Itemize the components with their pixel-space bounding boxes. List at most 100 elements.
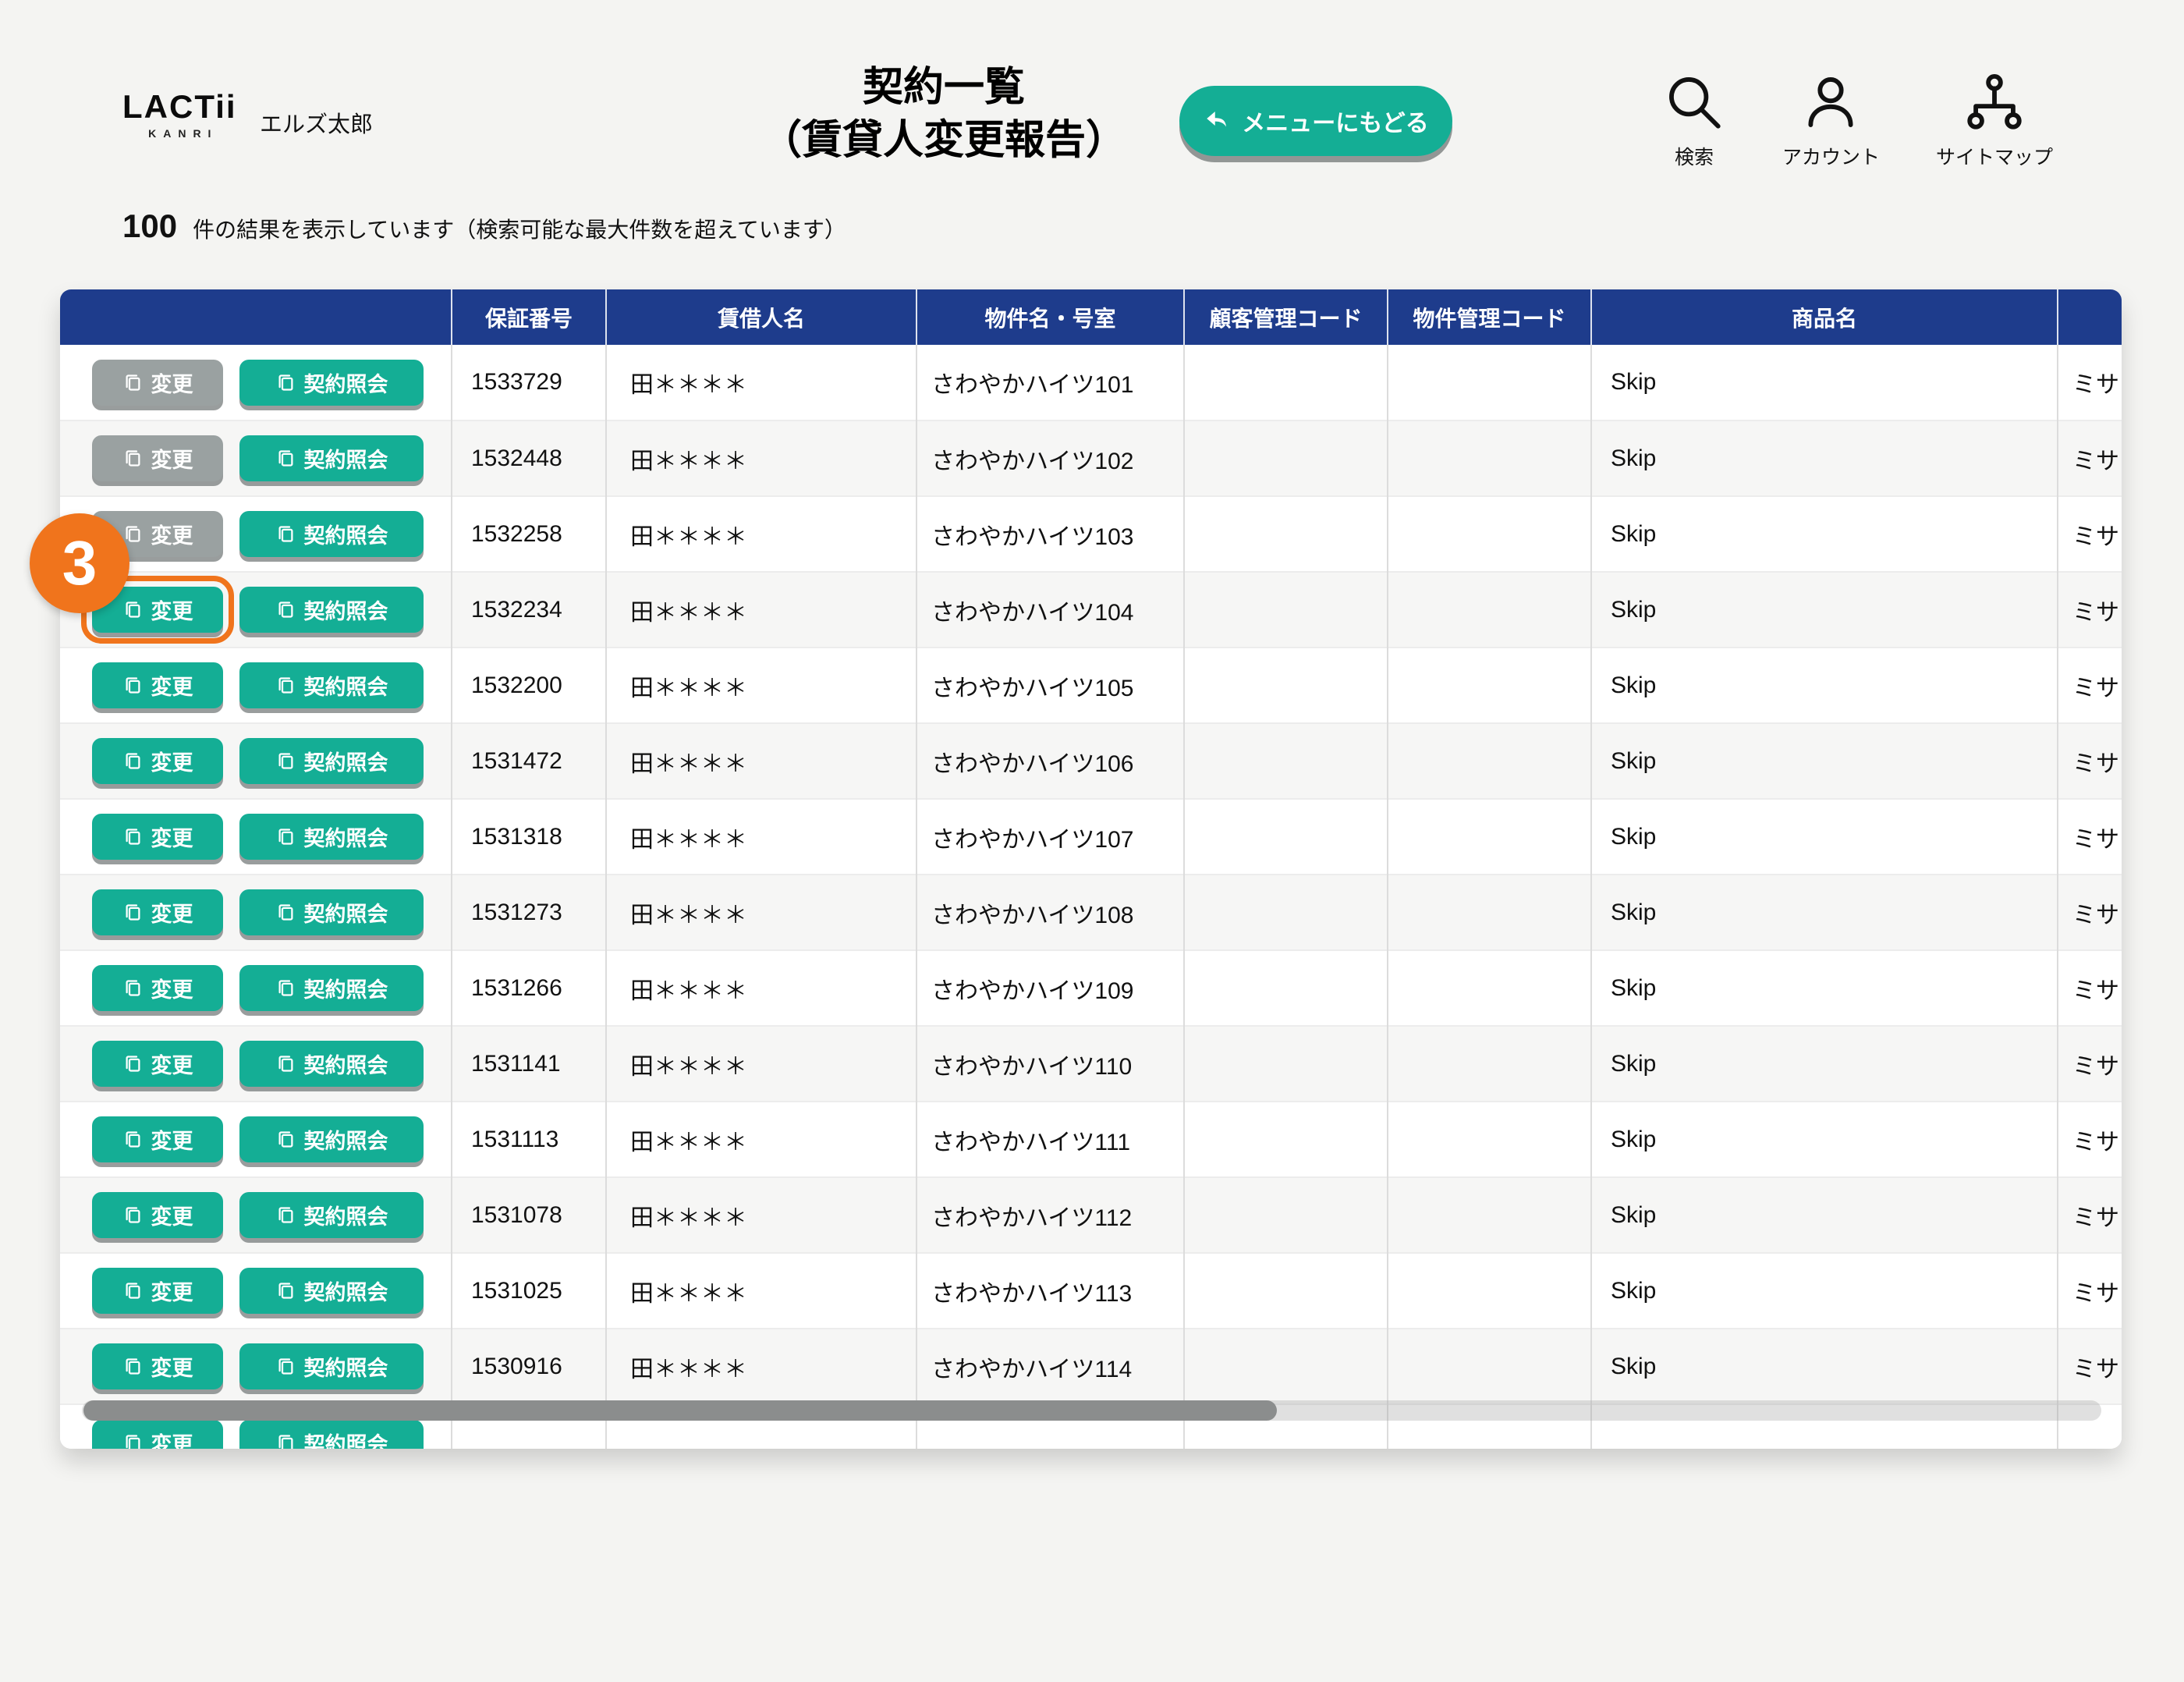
horizontal-scrollbar[interactable] xyxy=(82,1400,2101,1421)
document-icon xyxy=(275,751,296,772)
table-row: 変更 契約照会 1531472 田＊＊＊＊ さわやかハイツ106 Skip ミサ xyxy=(60,723,2122,799)
nav-sitemap[interactable]: サイトマップ xyxy=(1936,70,2053,170)
contract-inquiry-button[interactable]: 契約照会 xyxy=(239,965,424,1011)
document-icon xyxy=(122,902,144,923)
change-button[interactable]: 変更 xyxy=(92,360,223,406)
contract-inquiry-button[interactable]: 契約照会 xyxy=(239,1343,424,1389)
scrollbar-thumb[interactable] xyxy=(83,1400,1277,1421)
nav-sitemap-label: サイトマップ xyxy=(1936,142,2053,170)
cell-property-code xyxy=(1388,1253,1591,1329)
cell-property-code xyxy=(1388,420,1591,496)
cell-product-extra: ミサ xyxy=(2058,496,2122,572)
contract-inquiry-button-label: 契約照会 xyxy=(304,973,388,1003)
nav-account-label: アカウント xyxy=(1782,142,1880,170)
contract-inquiry-button-label: 契約照会 xyxy=(304,1049,388,1079)
change-button[interactable]: 変更 xyxy=(92,1420,223,1450)
table-row: 変更 契約照会 1531318 田＊＊＊＊ さわやかハイツ107 Skip ミサ xyxy=(60,799,2122,875)
document-icon xyxy=(275,1129,296,1150)
cell-property-code xyxy=(1388,1102,1591,1177)
row-button-group: 変更 契約照会 xyxy=(60,1192,451,1238)
page-title-line1: 契約一覧 xyxy=(863,65,1025,110)
contract-inquiry-button[interactable]: 契約照会 xyxy=(239,662,424,708)
contracts-table: 保証番号賃借人名物件名・号室顧客管理コード物件管理コード商品名 変更 xyxy=(60,289,2122,1449)
change-button[interactable]: 変更 xyxy=(92,1268,223,1314)
cell-customer-code xyxy=(1184,1329,1388,1404)
change-button[interactable]: 変更 xyxy=(92,662,223,708)
results-line: 100 件の結果を表示しています（検索可能な最大件数を超えています） xyxy=(122,208,846,245)
contract-inquiry-button[interactable]: 契約照会 xyxy=(239,587,424,633)
contract-inquiry-button[interactable]: 契約照会 xyxy=(239,511,424,557)
document-icon xyxy=(122,1129,144,1150)
contract-inquiry-button[interactable]: 契約照会 xyxy=(239,1268,424,1314)
cell-product-extra: ミサ xyxy=(2058,950,2122,1026)
document-icon xyxy=(122,372,144,393)
change-button[interactable]: 変更 xyxy=(92,965,223,1011)
document-icon xyxy=(122,978,144,999)
cell-property-name: さわやかハイツ101 xyxy=(916,345,1184,420)
search-icon xyxy=(1662,70,1726,134)
cell-tenant-name: 田＊＊＊＊ xyxy=(606,1177,916,1253)
cell-product-extra: ミサ xyxy=(2058,1102,2122,1177)
change-button[interactable]: 変更 xyxy=(92,814,223,860)
cell-property-code xyxy=(1388,1177,1591,1253)
contract-inquiry-button[interactable]: 契約照会 xyxy=(239,738,424,784)
cell-property-code xyxy=(1388,496,1591,572)
back-to-menu-button[interactable]: メニューにもどる xyxy=(1179,86,1452,156)
cell-product-name: Skip xyxy=(1591,1329,2058,1404)
cell-product-name: Skip xyxy=(1591,1253,2058,1329)
change-button-label: 変更 xyxy=(151,897,193,928)
document-icon xyxy=(275,372,296,393)
change-button[interactable]: 変更 xyxy=(92,1041,223,1087)
cell-customer-code xyxy=(1184,950,1388,1026)
cell-guarantee-no: 1532258 xyxy=(452,496,606,572)
row-button-group: 変更 契約照会 xyxy=(60,1343,451,1389)
cell-product-name: Skip xyxy=(1591,1102,2058,1177)
row-button-group: 変更 契約照会 xyxy=(60,435,451,481)
cell-tenant-name: 田＊＊＊＊ xyxy=(606,496,916,572)
contract-inquiry-button[interactable]: 契約照会 xyxy=(239,814,424,860)
change-button[interactable]: 変更 xyxy=(92,1343,223,1389)
column-header: 賃借人名 xyxy=(606,289,916,345)
cell-customer-code xyxy=(1184,572,1388,648)
document-icon xyxy=(122,599,144,620)
contract-inquiry-button[interactable]: 契約照会 xyxy=(239,360,424,406)
table-row: 変更 契約照会 1532448 田＊＊＊＊ さわやかハイツ102 Skip ミサ xyxy=(60,420,2122,496)
contract-inquiry-button[interactable]: 契約照会 xyxy=(239,1116,424,1162)
document-icon xyxy=(275,1205,296,1226)
change-button-label: 変更 xyxy=(151,1351,193,1382)
contract-inquiry-button[interactable]: 契約照会 xyxy=(239,1041,424,1087)
cell-property-code xyxy=(1388,799,1591,875)
cell-tenant-name: 田＊＊＊＊ xyxy=(606,648,916,723)
change-button[interactable]: 変更 xyxy=(92,1116,223,1162)
change-button-label: 変更 xyxy=(151,1049,193,1079)
contract-inquiry-button[interactable]: 契約照会 xyxy=(239,1420,424,1450)
contract-inquiry-button-label: 契約照会 xyxy=(304,1200,388,1230)
change-button-label: 変更 xyxy=(151,443,193,474)
change-button[interactable]: 変更 xyxy=(92,738,223,784)
cell-actions: 変更 契約照会 xyxy=(60,1102,452,1177)
cell-customer-code xyxy=(1184,799,1388,875)
cell-guarantee-no: 1531472 xyxy=(452,723,606,799)
change-button-label: 変更 xyxy=(151,1200,193,1230)
nav-account[interactable]: アカウント xyxy=(1782,70,1880,170)
document-icon xyxy=(275,599,296,620)
nav-search[interactable]: 検索 xyxy=(1662,70,1726,170)
table-body: 変更 契約照会 1533729 田＊＊＊＊ さわやかハイツ101 Skip ミサ xyxy=(60,345,2122,1449)
contract-inquiry-button-label: 契約照会 xyxy=(304,594,388,625)
cell-customer-code xyxy=(1184,1253,1388,1329)
contract-inquiry-button[interactable]: 契約照会 xyxy=(239,1192,424,1238)
contract-inquiry-button[interactable]: 契約照会 xyxy=(239,435,424,481)
document-icon xyxy=(122,1356,144,1377)
document-icon xyxy=(122,448,144,469)
cell-customer-code xyxy=(1184,420,1388,496)
cell-guarantee-no: 1530916 xyxy=(452,1329,606,1404)
cell-actions: 変更 契約照会 xyxy=(60,1329,452,1404)
table-row: 変更 契約照会 1530916 田＊＊＊＊ さわやかハイツ114 Skip ミサ xyxy=(60,1329,2122,1404)
cell-product-name: Skip xyxy=(1591,723,2058,799)
table-row: 変更 契約照会 1531025 田＊＊＊＊ さわやかハイツ113 Skip ミサ xyxy=(60,1253,2122,1329)
change-button[interactable]: 変更 xyxy=(92,889,223,935)
change-button[interactable]: 変更 xyxy=(92,1192,223,1238)
document-icon xyxy=(122,1205,144,1226)
change-button[interactable]: 変更 xyxy=(92,435,223,481)
contract-inquiry-button[interactable]: 契約照会 xyxy=(239,889,424,935)
